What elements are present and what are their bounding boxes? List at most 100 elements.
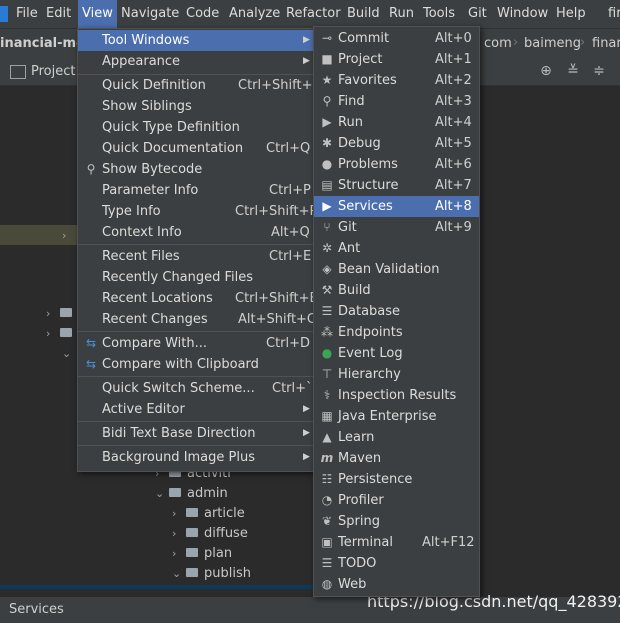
menu-item-show-siblings[interactable]: Show Siblings: [78, 96, 313, 117]
menu-item-bidi-text-base-direction[interactable]: Bidi Text Base Direction ▶: [78, 423, 313, 444]
menu-item-label: Quick Documentation: [102, 141, 244, 156]
tool-window-java-enterprise[interactable]: ▦ Java Enterprise: [314, 406, 479, 427]
menu-item-shortcut: Alt+8: [435, 199, 472, 214]
breadcrumb-baimeng[interactable]: baimeng: [524, 36, 581, 51]
tool-window-problems[interactable]: ● Problems Alt+6: [314, 154, 479, 175]
tool-window-spring[interactable]: ❦ Spring: [314, 511, 479, 532]
tree-row[interactable]: ›: [46, 324, 78, 344]
menu-item-compare-with-clipboard[interactable]: ⇆ Compare with Clipboard: [78, 354, 313, 375]
tool-window-git[interactable]: ⑂ Git Alt+9: [314, 217, 479, 238]
tool-window-bean-validation[interactable]: ◈ Bean Validation: [314, 259, 479, 280]
menu-item-type-info[interactable]: Type Info Ctrl+Shift+P: [78, 201, 317, 222]
menu-item-shortcut: Ctrl+D: [266, 336, 311, 351]
menu-item-label: Services: [338, 199, 393, 214]
menu-separator: [78, 244, 313, 245]
menu-edit[interactable]: Edit: [42, 0, 75, 28]
tool-window-hierarchy[interactable]: ⊤ Hierarchy: [314, 364, 479, 385]
menu-item-quick-type-definition[interactable]: Quick Type Definition: [78, 117, 313, 138]
tool-window-event-log[interactable]: ● Event Log: [314, 343, 479, 364]
expand-all-icon[interactable]: ≚: [565, 63, 581, 79]
tool-window-database[interactable]: ☰ Database: [314, 301, 479, 322]
tool-window-find[interactable]: ⚲ Find Alt+3: [314, 91, 479, 112]
tool-window-favorites[interactable]: ★ Favorites Alt+2: [314, 70, 479, 91]
locate-icon[interactable]: ⊕: [538, 63, 554, 79]
commit-icon: ⊸: [321, 31, 333, 45]
menu-item-show-bytecode[interactable]: ⚲ Show Bytecode: [78, 159, 313, 180]
folder-icon: ■: [321, 52, 333, 66]
menu-item-appearance[interactable]: Appearance ▶: [78, 51, 313, 72]
menu-item-recent-changes[interactable]: Recent Changes Alt+Shift+C: [78, 309, 317, 330]
tool-window-ant[interactable]: ✲ Ant: [314, 238, 479, 259]
tool-window-persistence[interactable]: ☷ Persistence: [314, 469, 479, 490]
tree-row[interactable]: ›: [46, 304, 78, 324]
menu-item-recent-locations[interactable]: Recent Locations Ctrl+Shift+E: [78, 288, 318, 309]
menu-item-quick-switch-scheme[interactable]: Quick Switch Scheme... Ctrl+`: [78, 378, 313, 399]
menu-navigate[interactable]: Navigate: [117, 0, 183, 28]
menu-item-label: Context Info: [102, 225, 182, 240]
tree-row[interactable]: › plan: [172, 544, 232, 564]
tree-row[interactable]: ⌄: [62, 344, 76, 364]
tool-window-endpoints[interactable]: ⁂ Endpoints: [314, 322, 479, 343]
tool-window-debug[interactable]: ✱ Debug Alt+5: [314, 133, 479, 154]
menu-item-context-info[interactable]: Context Info Alt+Q: [78, 222, 313, 243]
star-icon: ★: [321, 73, 333, 87]
tool-window-learn[interactable]: ▲ Learn: [314, 427, 479, 448]
menu-item-background-image-plus[interactable]: Background Image Plus ▶: [78, 447, 313, 468]
structure-icon: ▤: [321, 178, 333, 192]
tree-row[interactable]: ⌄ publish: [172, 564, 251, 584]
tool-window-web[interactable]: ◍ Web: [314, 574, 479, 595]
tree-expand-arrow[interactable]: ›: [62, 226, 76, 246]
menu-item-label: Git: [338, 220, 357, 235]
menu-item-label: Bidi Text Base Direction: [102, 426, 256, 441]
breadcrumb-com[interactable]: com: [484, 36, 512, 51]
menu-code[interactable]: Code: [182, 0, 223, 28]
tool-window-profiler[interactable]: ◔ Profiler: [314, 490, 479, 511]
status-label[interactable]: Services: [9, 602, 64, 617]
menu-item-compare-with[interactable]: ⇆ Compare With... Ctrl+D: [78, 333, 313, 354]
menu-refactor[interactable]: Refactor: [282, 0, 345, 28]
menu-item-shortcut: Alt+5: [435, 136, 472, 151]
breadcrumb-finar[interactable]: finar: [592, 36, 620, 51]
menu-help[interactable]: Help: [552, 0, 590, 28]
git-branch-icon: ⑂: [323, 220, 331, 234]
menu-item-tool-windows[interactable]: Tool Windows ▶: [78, 30, 313, 51]
menu-item-shortcut: Ctrl+Shift+I: [238, 78, 317, 93]
menu-item-parameter-info[interactable]: Parameter Info Ctrl+P: [78, 180, 313, 201]
menu-window[interactable]: Window: [493, 0, 552, 28]
menu-item-label: Debug: [338, 136, 381, 151]
menu-file[interactable]: File: [12, 0, 42, 28]
app-logo-icon: [0, 6, 8, 22]
tool-window-terminal[interactable]: ▣ Terminal Alt+F12: [314, 532, 479, 553]
menu-build[interactable]: Build: [343, 0, 384, 28]
menu-git[interactable]: Git: [464, 0, 491, 28]
chevron-down-icon: ⌄: [155, 487, 165, 500]
tool-window-maven[interactable]: m Maven: [314, 448, 479, 469]
menu-item-recently-changed-files[interactable]: Recently Changed Files: [78, 267, 313, 288]
chevron-right-icon: ›: [62, 229, 67, 242]
menu-tools[interactable]: Tools: [419, 0, 459, 28]
tool-window-structure[interactable]: ▤ Structure Alt+7: [314, 175, 479, 196]
project-tab-label[interactable]: Project: [31, 64, 75, 79]
tool-window-commit[interactable]: ⊸ Commit Alt+0: [314, 28, 479, 49]
tree-item-label: article: [204, 506, 245, 521]
menu-item-recent-files[interactable]: Recent Files Ctrl+E: [78, 246, 313, 267]
project-panel-icon[interactable]: [10, 65, 26, 79]
menu-item-active-editor[interactable]: Active Editor ▶: [78, 399, 313, 420]
menu-item-label: Spring: [338, 514, 380, 529]
tool-window-build[interactable]: ⚒ Build: [314, 280, 479, 301]
menu-view[interactable]: View: [78, 0, 117, 28]
tool-window-inspection-results[interactable]: ⚕ Inspection Results: [314, 385, 479, 406]
tool-window-project[interactable]: ■ Project Alt+1: [314, 49, 479, 70]
tool-window-services[interactable]: ▶ Services Alt+8: [314, 196, 479, 217]
tree-row[interactable]: › article: [172, 504, 245, 524]
menu-analyze[interactable]: Analyze: [225, 0, 284, 28]
collapse-all-icon[interactable]: ≑: [591, 63, 607, 79]
menu-run[interactable]: Run: [385, 0, 418, 28]
tree-row[interactable]: ⌄ admin: [155, 484, 228, 504]
tool-window-run[interactable]: ▶ Run Alt+4: [314, 112, 479, 133]
menu-item-shortcut: Alt+Shift+C: [238, 312, 317, 327]
menu-item-quick-documentation[interactable]: Quick Documentation Ctrl+Q: [78, 138, 313, 159]
tool-window-todo[interactable]: ☰ TODO: [314, 553, 479, 574]
menu-item-quick-definition[interactable]: Quick Definition Ctrl+Shift+I: [78, 75, 317, 96]
tree-row[interactable]: › diffuse: [172, 524, 248, 544]
